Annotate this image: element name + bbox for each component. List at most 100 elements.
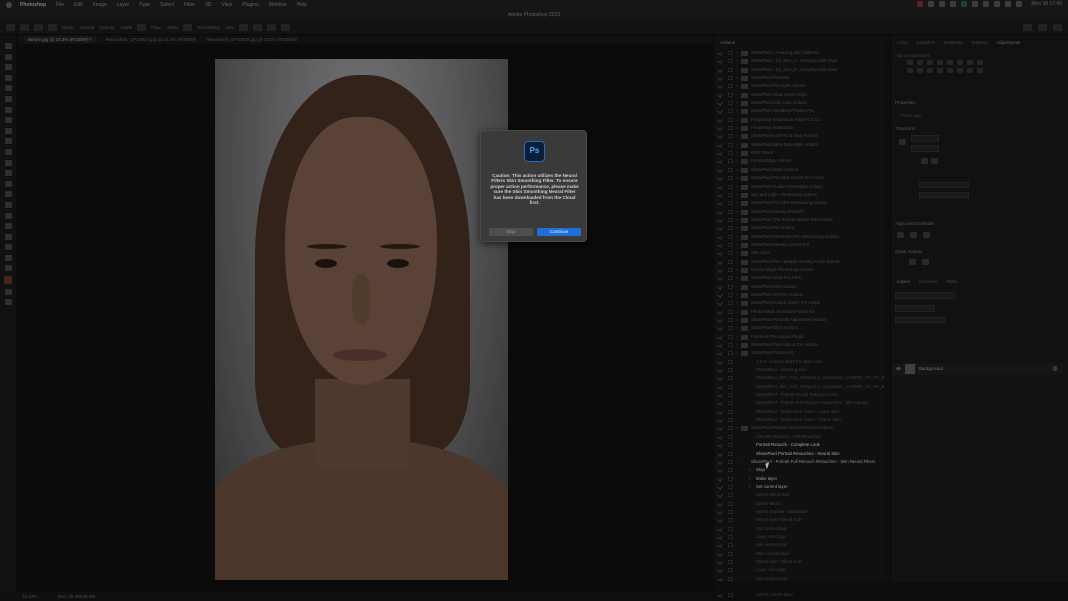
search-icon[interactable] [1005, 1, 1012, 7]
color-lookup-icon[interactable] [927, 68, 933, 73]
action-row[interactable]: Set current layer [714, 541, 886, 549]
action-row[interactable]: SharePixel Portrait Retouches - Neural S… [714, 450, 886, 458]
chevron-right-icon[interactable]: › [736, 292, 738, 297]
dialog-toggle-icon[interactable] [728, 267, 733, 272]
action-row[interactable]: › Photo Magic 16 Instant Action Kit [714, 308, 886, 316]
checkmark-icon[interactable] [717, 350, 723, 357]
action-row[interactable]: › SharePixel B&W Essentials Actions [714, 141, 886, 149]
brush-tool-icon[interactable] [20, 24, 29, 31]
action-row[interactable]: › SharePixel Pro Skin Cream Pro Finish [714, 174, 886, 182]
checkmark-icon[interactable] [717, 133, 723, 140]
action-row[interactable]: › SharePixel Lab Color Actions [714, 99, 886, 107]
dialog-toggle-icon[interactable] [728, 384, 733, 389]
checkmark-icon[interactable] [717, 242, 723, 248]
checkmark-icon[interactable] [717, 559, 723, 565]
flip-vertical-icon[interactable] [931, 158, 938, 164]
action-row[interactable]: › Frequency Separation [714, 124, 886, 132]
checkmark-icon[interactable] [717, 66, 723, 73]
action-row[interactable]: › HDR Tones [714, 149, 886, 157]
dialog-toggle-icon[interactable] [728, 176, 733, 181]
wifi-icon[interactable] [994, 1, 1001, 7]
menu-3d[interactable]: 3D [205, 2, 211, 8]
dialog-toggle-icon[interactable] [728, 351, 733, 356]
chevron-right-icon[interactable]: › [736, 334, 738, 339]
share-icon[interactable] [1053, 24, 1062, 31]
checkmark-icon[interactable] [717, 433, 723, 440]
dialog-toggle-icon[interactable] [728, 576, 733, 581]
checkmark-icon[interactable] [717, 542, 723, 549]
action-row[interactable]: Select current layer [714, 591, 886, 599]
chevron-right-icon[interactable]: › [736, 167, 738, 172]
action-row[interactable]: › SharePixel LIGHTS & Dust Actions [714, 132, 886, 140]
quick-select-tool-icon[interactable] [4, 74, 12, 81]
dialog-toggle-icon[interactable] [728, 484, 733, 489]
action-row[interactable]: › Sun and Light - Photoshop Actions [714, 191, 886, 199]
dialog-toggle-icon[interactable] [728, 234, 733, 239]
chevron-right-icon[interactable]: › [749, 467, 751, 472]
quick-mask-icon[interactable] [4, 288, 12, 295]
action-row[interactable]: › SharePixel Portrait Neural Retouch Acti… [714, 424, 886, 432]
checkmark-icon[interactable] [717, 250, 723, 257]
checkmark-icon[interactable] [717, 534, 723, 540]
gear-icon[interactable] [239, 24, 249, 31]
chevron-right-icon[interactable]: › [736, 83, 738, 88]
checkmark-icon[interactable] [717, 116, 723, 123]
checkmark-icon[interactable] [717, 158, 723, 165]
chevron-right-icon[interactable]: › [736, 125, 738, 130]
action-row[interactable]: Layer Via Copy [714, 533, 886, 541]
menu-window[interactable]: Window [269, 2, 287, 8]
opacity-field[interactable] [919, 192, 969, 198]
tab-layers[interactable]: Layers [897, 279, 910, 287]
action-row[interactable]: › SharePixel Portraits Adjustment Actions [714, 316, 886, 324]
dialog-toggle-icon[interactable] [728, 509, 733, 514]
dialog-toggle-icon[interactable] [728, 543, 733, 548]
brush-settings-icon[interactable] [48, 24, 57, 31]
chevron-right-icon[interactable]: › [749, 484, 751, 489]
checkmark-icon[interactable] [717, 317, 723, 323]
checkmark-icon[interactable] [717, 175, 723, 181]
checkmark-icon[interactable] [717, 208, 723, 215]
threshold-icon[interactable] [957, 68, 963, 73]
action-row[interactable]: › SharePixel Beauty Retouch [714, 208, 886, 216]
bw-icon[interactable] [977, 60, 983, 65]
eraser-tool-icon[interactable] [4, 159, 12, 166]
chevron-right-icon[interactable]: › [736, 267, 738, 272]
clone-stamp-tool-icon[interactable] [4, 138, 12, 145]
dialog-toggle-icon[interactable] [728, 117, 733, 122]
chevron-right-icon[interactable]: › [736, 317, 738, 322]
zoom-tool-icon[interactable] [4, 254, 12, 261]
dialog-toggle-icon[interactable] [728, 209, 733, 214]
dialog-toggle-icon[interactable] [728, 159, 733, 164]
action-row[interactable]: › SharePixel Beauty Actions Pro [714, 241, 886, 249]
symmetry-icon[interactable] [281, 24, 291, 31]
dialog-toggle-icon[interactable] [728, 493, 733, 498]
tab-channels[interactable]: Channels [919, 279, 937, 287]
menu-file[interactable]: File [56, 2, 64, 8]
vibrance-icon[interactable] [947, 60, 953, 65]
action-row[interactable]: Select channel "Saturation" [714, 508, 886, 516]
crop-tool-icon[interactable] [4, 85, 12, 92]
screen-mode-icon[interactable] [4, 299, 12, 306]
dialog-toggle-icon[interactable] [728, 468, 733, 473]
photo-filter-icon[interactable] [907, 68, 913, 73]
more-tools-icon[interactable] [4, 265, 12, 272]
action-row[interactable]: Portrait Retouch - Complete Look [714, 441, 886, 449]
chevron-right-icon[interactable]: › [736, 250, 738, 255]
action-row[interactable]: › SharePixel SmartSkin Pro Retouching Act… [714, 233, 886, 241]
action-row[interactable]: › SharePixel Pro - Beauty Healing Action … [714, 258, 886, 266]
airbrush-icon[interactable] [183, 24, 193, 31]
chevron-right-icon[interactable]: › [736, 175, 738, 180]
action-row[interactable]: › Set current layer [714, 483, 886, 491]
chevron-right-icon[interactable]: › [736, 108, 738, 113]
checkmark-icon[interactable] [717, 125, 723, 131]
invert-icon[interactable] [937, 68, 943, 73]
select-subject-icon[interactable] [922, 259, 929, 265]
layer-filter[interactable] [895, 292, 955, 299]
checkmark-icon[interactable] [717, 58, 723, 65]
checkmark-icon[interactable] [717, 425, 723, 432]
hand-tool-icon[interactable] [4, 244, 12, 251]
control-center-icon[interactable] [1016, 1, 1023, 7]
action-row[interactable]: › SharePixel Golden Essentials Actions [714, 183, 886, 191]
dialog-toggle-icon[interactable] [728, 309, 733, 314]
chevron-right-icon[interactable]: › [736, 184, 738, 189]
